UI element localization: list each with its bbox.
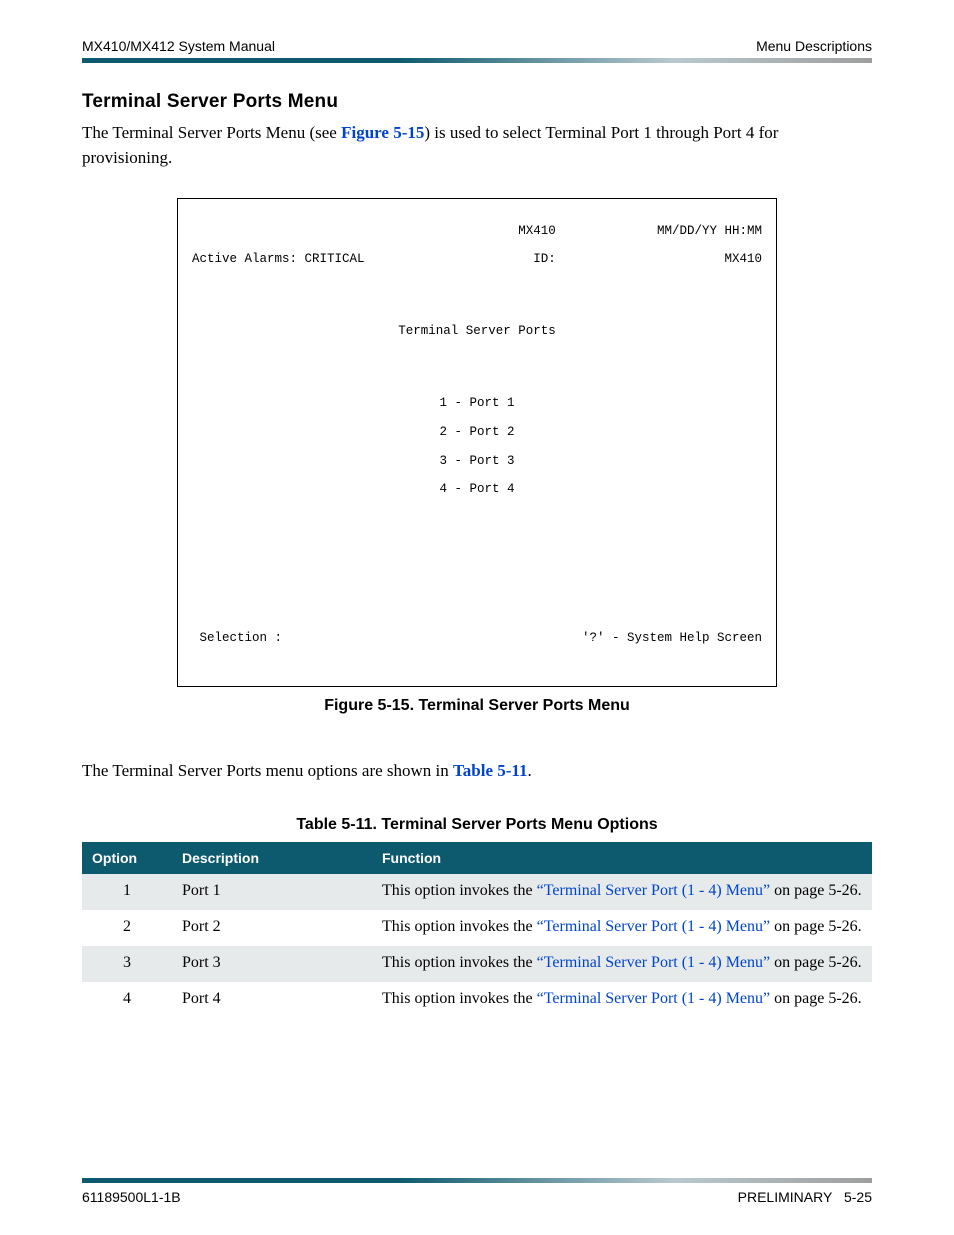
table-header-row: Option Description Function: [82, 842, 872, 874]
col-option: Option: [82, 842, 172, 874]
terminal-menu-item: 1 - Port 1: [192, 396, 762, 410]
cell-description: Port 4: [172, 982, 372, 1018]
func-text-post: on page 5-26.: [770, 882, 862, 899]
cell-function: This option invokes the “Terminal Server…: [372, 946, 872, 982]
page-header: MX410/MX412 System Manual Menu Descripti…: [82, 38, 872, 54]
terminal-spacer: [192, 281, 762, 310]
menu-link[interactable]: “Terminal Server Port (1 - 4) Menu”: [537, 918, 770, 935]
func-text-post: on page 5-26.: [770, 918, 862, 935]
table-row: 2Port 2This option invokes the “Terminal…: [82, 910, 872, 946]
terminal-id-value: MX410: [724, 252, 762, 266]
footer-right: PRELIMINARY 5-25: [738, 1189, 872, 1205]
cell-description: Port 3: [172, 946, 372, 982]
footer-status: PRELIMINARY: [738, 1189, 833, 1205]
terminal-id-label: ID:: [533, 252, 556, 266]
cell-function: This option invokes the “Terminal Server…: [372, 874, 872, 910]
func-text-post: on page 5-26.: [770, 954, 862, 971]
cell-function: This option invokes the “Terminal Server…: [372, 982, 872, 1018]
header-left: MX410/MX412 System Manual: [82, 38, 275, 54]
terminal-device: MX410: [518, 224, 556, 238]
cell-option: 3: [82, 946, 172, 982]
figure-caption: Figure 5-15. Terminal Server Ports Menu: [82, 697, 872, 715]
terminal-title: Terminal Server Ports: [192, 324, 762, 338]
func-text-pre: This option invokes the: [382, 918, 537, 935]
footer-rule: [82, 1178, 872, 1183]
terminal-selection-prompt: Selection :: [192, 631, 282, 645]
page-footer: 61189500L1-1B PRELIMINARY 5-25: [82, 1189, 872, 1205]
col-description: Description: [172, 842, 372, 874]
header-right: Menu Descriptions: [756, 38, 872, 54]
func-text-pre: This option invokes the: [382, 882, 537, 899]
terminal-help-hint: '?' - System Help Screen: [582, 631, 762, 645]
table-link[interactable]: Table 5-11: [453, 761, 527, 780]
col-function: Function: [372, 842, 872, 874]
intro-paragraph: The Terminal Server Ports Menu (see Figu…: [82, 121, 872, 170]
options-table: Option Description Function 1Port 1This …: [82, 842, 872, 1018]
terminal-datetime: MM/DD/YY HH:MM: [657, 224, 762, 238]
terminal-menu-item: 2 - Port 2: [192, 425, 762, 439]
cell-option: 1: [82, 874, 172, 910]
terminal-blank: [192, 224, 417, 238]
table-row: 3Port 3This option invokes the “Terminal…: [82, 946, 872, 982]
func-text-pre: This option invokes the: [382, 954, 537, 971]
cell-description: Port 1: [172, 874, 372, 910]
figure-link[interactable]: Figure 5-15: [341, 123, 424, 142]
terminal-menu-item: 4 - Port 4: [192, 482, 762, 496]
menu-link[interactable]: “Terminal Server Port (1 - 4) Menu”: [537, 882, 770, 899]
terminal-menu-item: 3 - Port 3: [192, 454, 762, 468]
table-row: 1Port 1This option invokes the “Terminal…: [82, 874, 872, 910]
cell-option: 2: [82, 910, 172, 946]
func-text-post: on page 5-26.: [770, 990, 862, 1007]
func-text-pre: This option invokes the: [382, 990, 537, 1007]
menu-link[interactable]: “Terminal Server Port (1 - 4) Menu”: [537, 990, 770, 1007]
header-rule: [82, 58, 872, 63]
table-intro-paragraph: The Terminal Server Ports menu options a…: [82, 759, 872, 784]
table-caption: Table 5-11. Terminal Server Ports Menu O…: [82, 816, 872, 834]
intro-text-pre: The Terminal Server Ports Menu (see: [82, 123, 341, 142]
terminal-alarms: Active Alarms: CRITICAL: [192, 252, 365, 266]
terminal-spacer: [192, 353, 762, 382]
para2-pre: The Terminal Server Ports menu options a…: [82, 761, 453, 780]
cell-description: Port 2: [172, 910, 372, 946]
menu-link[interactable]: “Terminal Server Port (1 - 4) Menu”: [537, 954, 770, 971]
para2-post: .: [528, 761, 532, 780]
terminal-screen: MX410 MM/DD/YY HH:MM Active Alarms: CRITI…: [177, 198, 777, 687]
footer-page-number: 5-25: [844, 1189, 872, 1205]
footer-left: 61189500L1-1B: [82, 1189, 181, 1205]
cell-function: This option invokes the “Terminal Server…: [372, 910, 872, 946]
table-row: 4Port 4This option invokes the “Terminal…: [82, 982, 872, 1018]
cell-option: 4: [82, 982, 172, 1018]
section-title: Terminal Server Ports Menu: [82, 91, 872, 113]
